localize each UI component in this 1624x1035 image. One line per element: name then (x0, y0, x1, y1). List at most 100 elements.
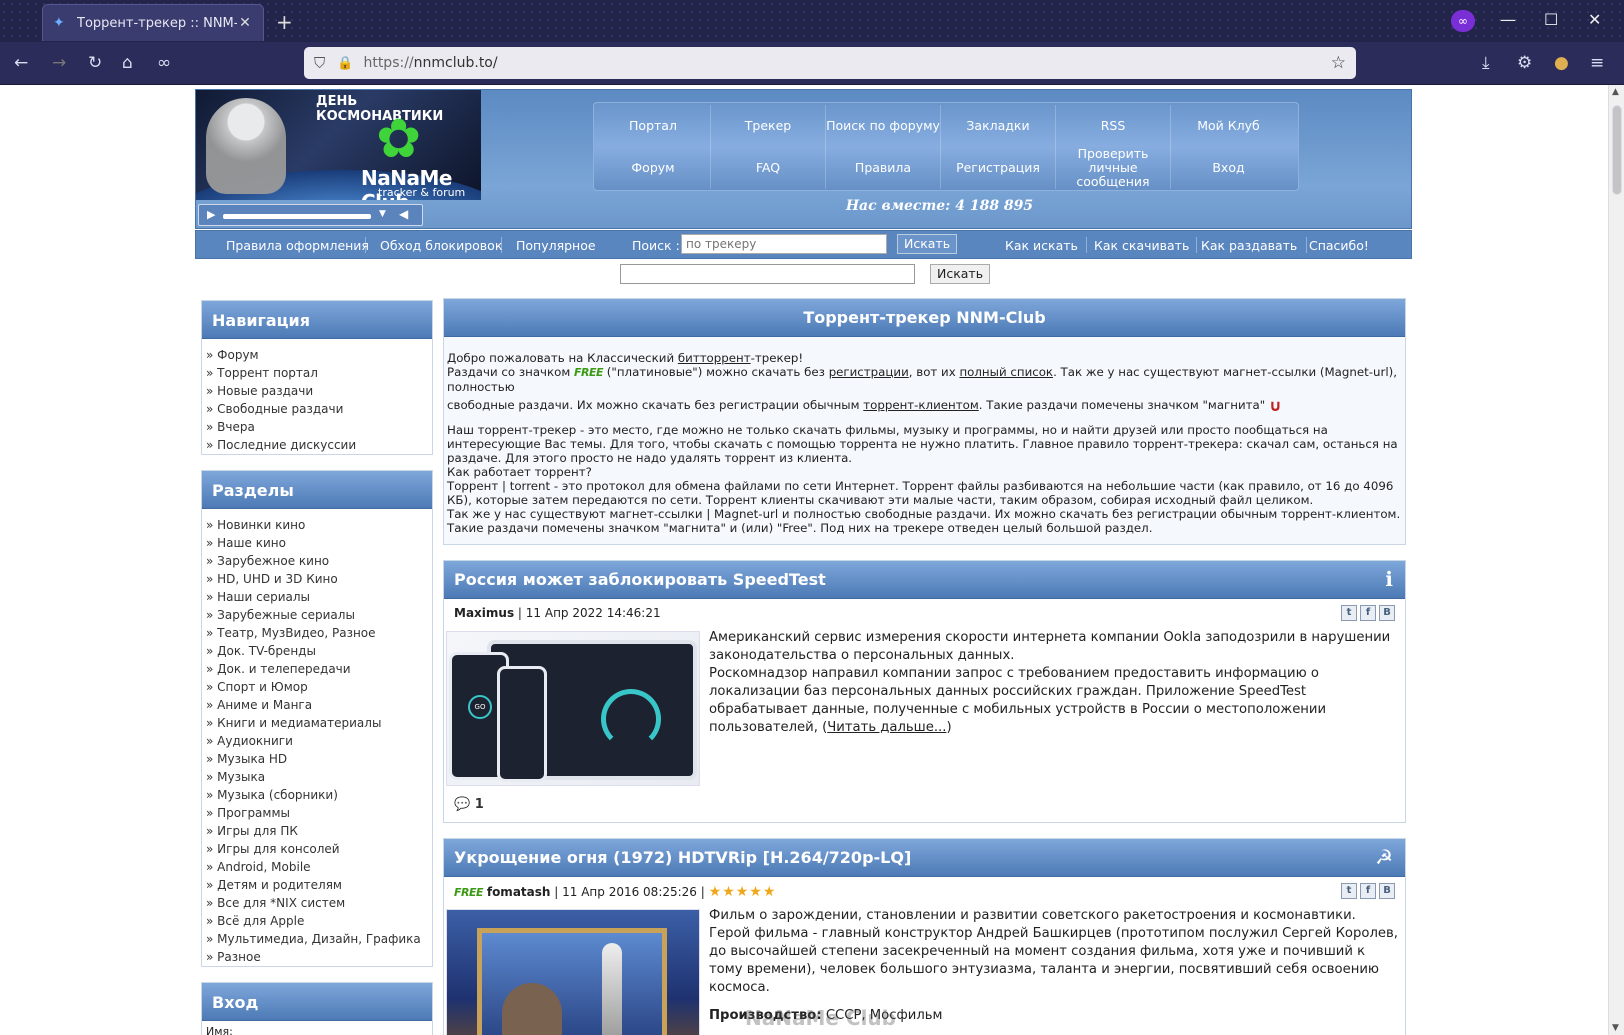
nav-link[interactable]: Последние дискуссии (206, 436, 432, 454)
scrollbar-thumb[interactable] (1612, 105, 1622, 195)
info-icon[interactable]: ℹ (1385, 567, 1393, 591)
section-link[interactable]: Зарубежные сериалы (206, 606, 432, 624)
news-title[interactable]: Россия может заблокировать SpeedTest ℹ (444, 561, 1405, 599)
section-link[interactable]: Android, Mobile (206, 858, 432, 876)
minimize-icon[interactable]: — (1500, 10, 1516, 29)
section-link[interactable]: Детям и родителям (206, 876, 432, 894)
link-how-to-download[interactable]: Как скачивать (1094, 238, 1189, 253)
section-link[interactable]: Аудиокниги (206, 732, 432, 750)
tracker-search-input[interactable] (681, 234, 887, 254)
news-title[interactable]: Укрощение огня (1972) HDTVRip [H.264/720… (444, 839, 1405, 877)
private-icon[interactable]: ∞ (157, 53, 171, 73)
link-bypass-blocks[interactable]: Обход блокировок (380, 238, 502, 253)
site-banner[interactable]: ДЕНЬ КОСМОНАВТИКИ ✿ NaNaMe Club tracker … (196, 90, 481, 200)
section-link[interactable]: Док. и телепередачи (206, 660, 432, 678)
news-thumbnail[interactable]: GO (446, 631, 700, 786)
section-link[interactable]: HD, UHD и 3D Кино (206, 570, 432, 588)
home-icon[interactable]: ⌂ (122, 53, 133, 73)
section-link[interactable]: Новинки кино (206, 516, 432, 534)
rating-stars-icon: ★★★★★ (708, 884, 777, 900)
link-how-to-seed[interactable]: Как раздавать (1201, 238, 1297, 253)
menu-bookmarks[interactable]: Закладки (941, 105, 1056, 147)
player-progress[interactable] (223, 214, 371, 219)
nav-link[interactable]: Вчера (206, 418, 432, 436)
reload-icon[interactable]: ↻ (88, 53, 102, 73)
menu-login[interactable]: Вход (1171, 147, 1286, 189)
section-link[interactable]: Музыка (сборники) (206, 786, 432, 804)
section-link[interactable]: Программы (206, 804, 432, 822)
link-formatting-rules[interactable]: Правила оформления (226, 238, 369, 253)
scroll-up-icon[interactable]: ▲ (1612, 87, 1619, 97)
section-link[interactable]: Игры для ПК (206, 822, 432, 840)
menu-portal[interactable]: Портал (596, 105, 711, 147)
twitter-share-icon[interactable]: t (1341, 605, 1357, 621)
section-link[interactable]: Мультимедиа, Дизайн, Графика (206, 930, 432, 948)
menu-rss[interactable]: RSS (1056, 105, 1171, 147)
read-more-link[interactable]: Читать дальше... (827, 720, 946, 735)
section-link[interactable]: Наши сериалы (206, 588, 432, 606)
link-thanks[interactable]: Спасибо! (1309, 238, 1369, 253)
section-link[interactable]: Все для *NIX систем (206, 894, 432, 912)
page-scrollbar[interactable]: ▲ ▼ (1608, 85, 1624, 1035)
shield-icon[interactable]: ⛉ (314, 54, 325, 72)
section-link[interactable]: Театр, МузВидео, Разное (206, 624, 432, 642)
new-tab-icon[interactable]: + (276, 10, 293, 34)
account-icon[interactable]: ● (1554, 53, 1569, 73)
link-full-list[interactable]: полный список (959, 365, 1053, 379)
forward-icon[interactable]: → (52, 53, 66, 73)
news-author[interactable]: Maximus (454, 606, 514, 620)
close-tab-icon[interactable]: ✕ (237, 15, 253, 31)
link-registration[interactable]: регистрации (829, 365, 909, 379)
facebook-share-icon[interactable]: f (1360, 605, 1376, 621)
nav-link[interactable]: Форум (206, 346, 432, 364)
menu-tracker[interactable]: Трекер (711, 105, 826, 147)
facebook-share-icon[interactable]: f (1360, 883, 1376, 899)
vk-share-icon[interactable]: B (1379, 605, 1395, 621)
section-link[interactable]: Музыка (206, 768, 432, 786)
section-link[interactable]: Всё для Apple (206, 912, 432, 930)
scroll-down-icon[interactable]: ▼ (1612, 1023, 1619, 1033)
link-bittorrent[interactable]: битторрент (678, 351, 751, 365)
section-link[interactable]: Спорт и Юмор (206, 678, 432, 696)
nav-link[interactable]: Свободные раздачи (206, 400, 432, 418)
link-torrent-client[interactable]: торрент-клиентом (863, 398, 978, 412)
star-icon[interactable]: ☆ (1331, 53, 1346, 73)
extensions-icon[interactable]: ⚙ (1517, 53, 1532, 73)
site-search-button[interactable]: Искать (930, 264, 991, 284)
nav-link[interactable]: Торрент портал (206, 364, 432, 382)
link-how-to-search[interactable]: Как искать (1005, 238, 1078, 253)
section-link[interactable]: Музыка HD (206, 750, 432, 768)
section-link[interactable]: Игры для консолей (206, 840, 432, 858)
menu-icon[interactable]: ≡ (1590, 53, 1604, 73)
section-link[interactable]: Зарубежное кино (206, 552, 432, 570)
section-link[interactable]: Наше кино (206, 534, 432, 552)
tracker-search-button[interactable]: Искать (897, 234, 958, 254)
menu-check-pm[interactable]: Проверить личные сообщения (1056, 147, 1171, 189)
lock-icon[interactable]: 🔒 (337, 56, 353, 71)
section-link[interactable]: Аниме и Манга (206, 696, 432, 714)
section-link[interactable]: Разное (206, 948, 432, 966)
download-icon[interactable]: ⤓ (1482, 53, 1490, 73)
hammer-sickle-icon[interactable]: ☭ (1375, 845, 1393, 869)
menu-register[interactable]: Регистрация (941, 147, 1056, 189)
menu-faq[interactable]: FAQ (711, 147, 826, 189)
twitter-share-icon[interactable]: t (1341, 883, 1357, 899)
menu-my-club[interactable]: Мой Клуб (1171, 105, 1286, 147)
menu-rules[interactable]: Правила (826, 147, 941, 189)
maximize-icon[interactable]: ☐ (1544, 10, 1558, 29)
browser-tab[interactable]: ✦ Торрент-трекер :: NNM-Club ✕ (42, 4, 264, 41)
vk-share-icon[interactable]: B (1379, 883, 1395, 899)
address-bar[interactable]: ⛉ 🔒 https://nnmclub.to/ ☆ (304, 47, 1356, 79)
nav-link[interactable]: Новые раздачи (206, 382, 432, 400)
section-link[interactable]: Док. TV-бренды (206, 642, 432, 660)
link-popular[interactable]: Популярное (516, 238, 596, 253)
back-icon[interactable]: ← (14, 53, 28, 73)
section-link[interactable]: Книги и медиаматериалы (206, 714, 432, 732)
menu-forum[interactable]: Форум (596, 147, 711, 189)
site-search-input[interactable] (620, 264, 915, 284)
menu-forum-search[interactable]: Поиск по форуму (826, 105, 941, 147)
close-window-icon[interactable]: ✕ (1588, 10, 1601, 29)
comments-count[interactable]: 💬 1 (454, 797, 484, 812)
news-author[interactable]: fomatash (487, 885, 551, 899)
movie-poster[interactable] (446, 909, 700, 1035)
